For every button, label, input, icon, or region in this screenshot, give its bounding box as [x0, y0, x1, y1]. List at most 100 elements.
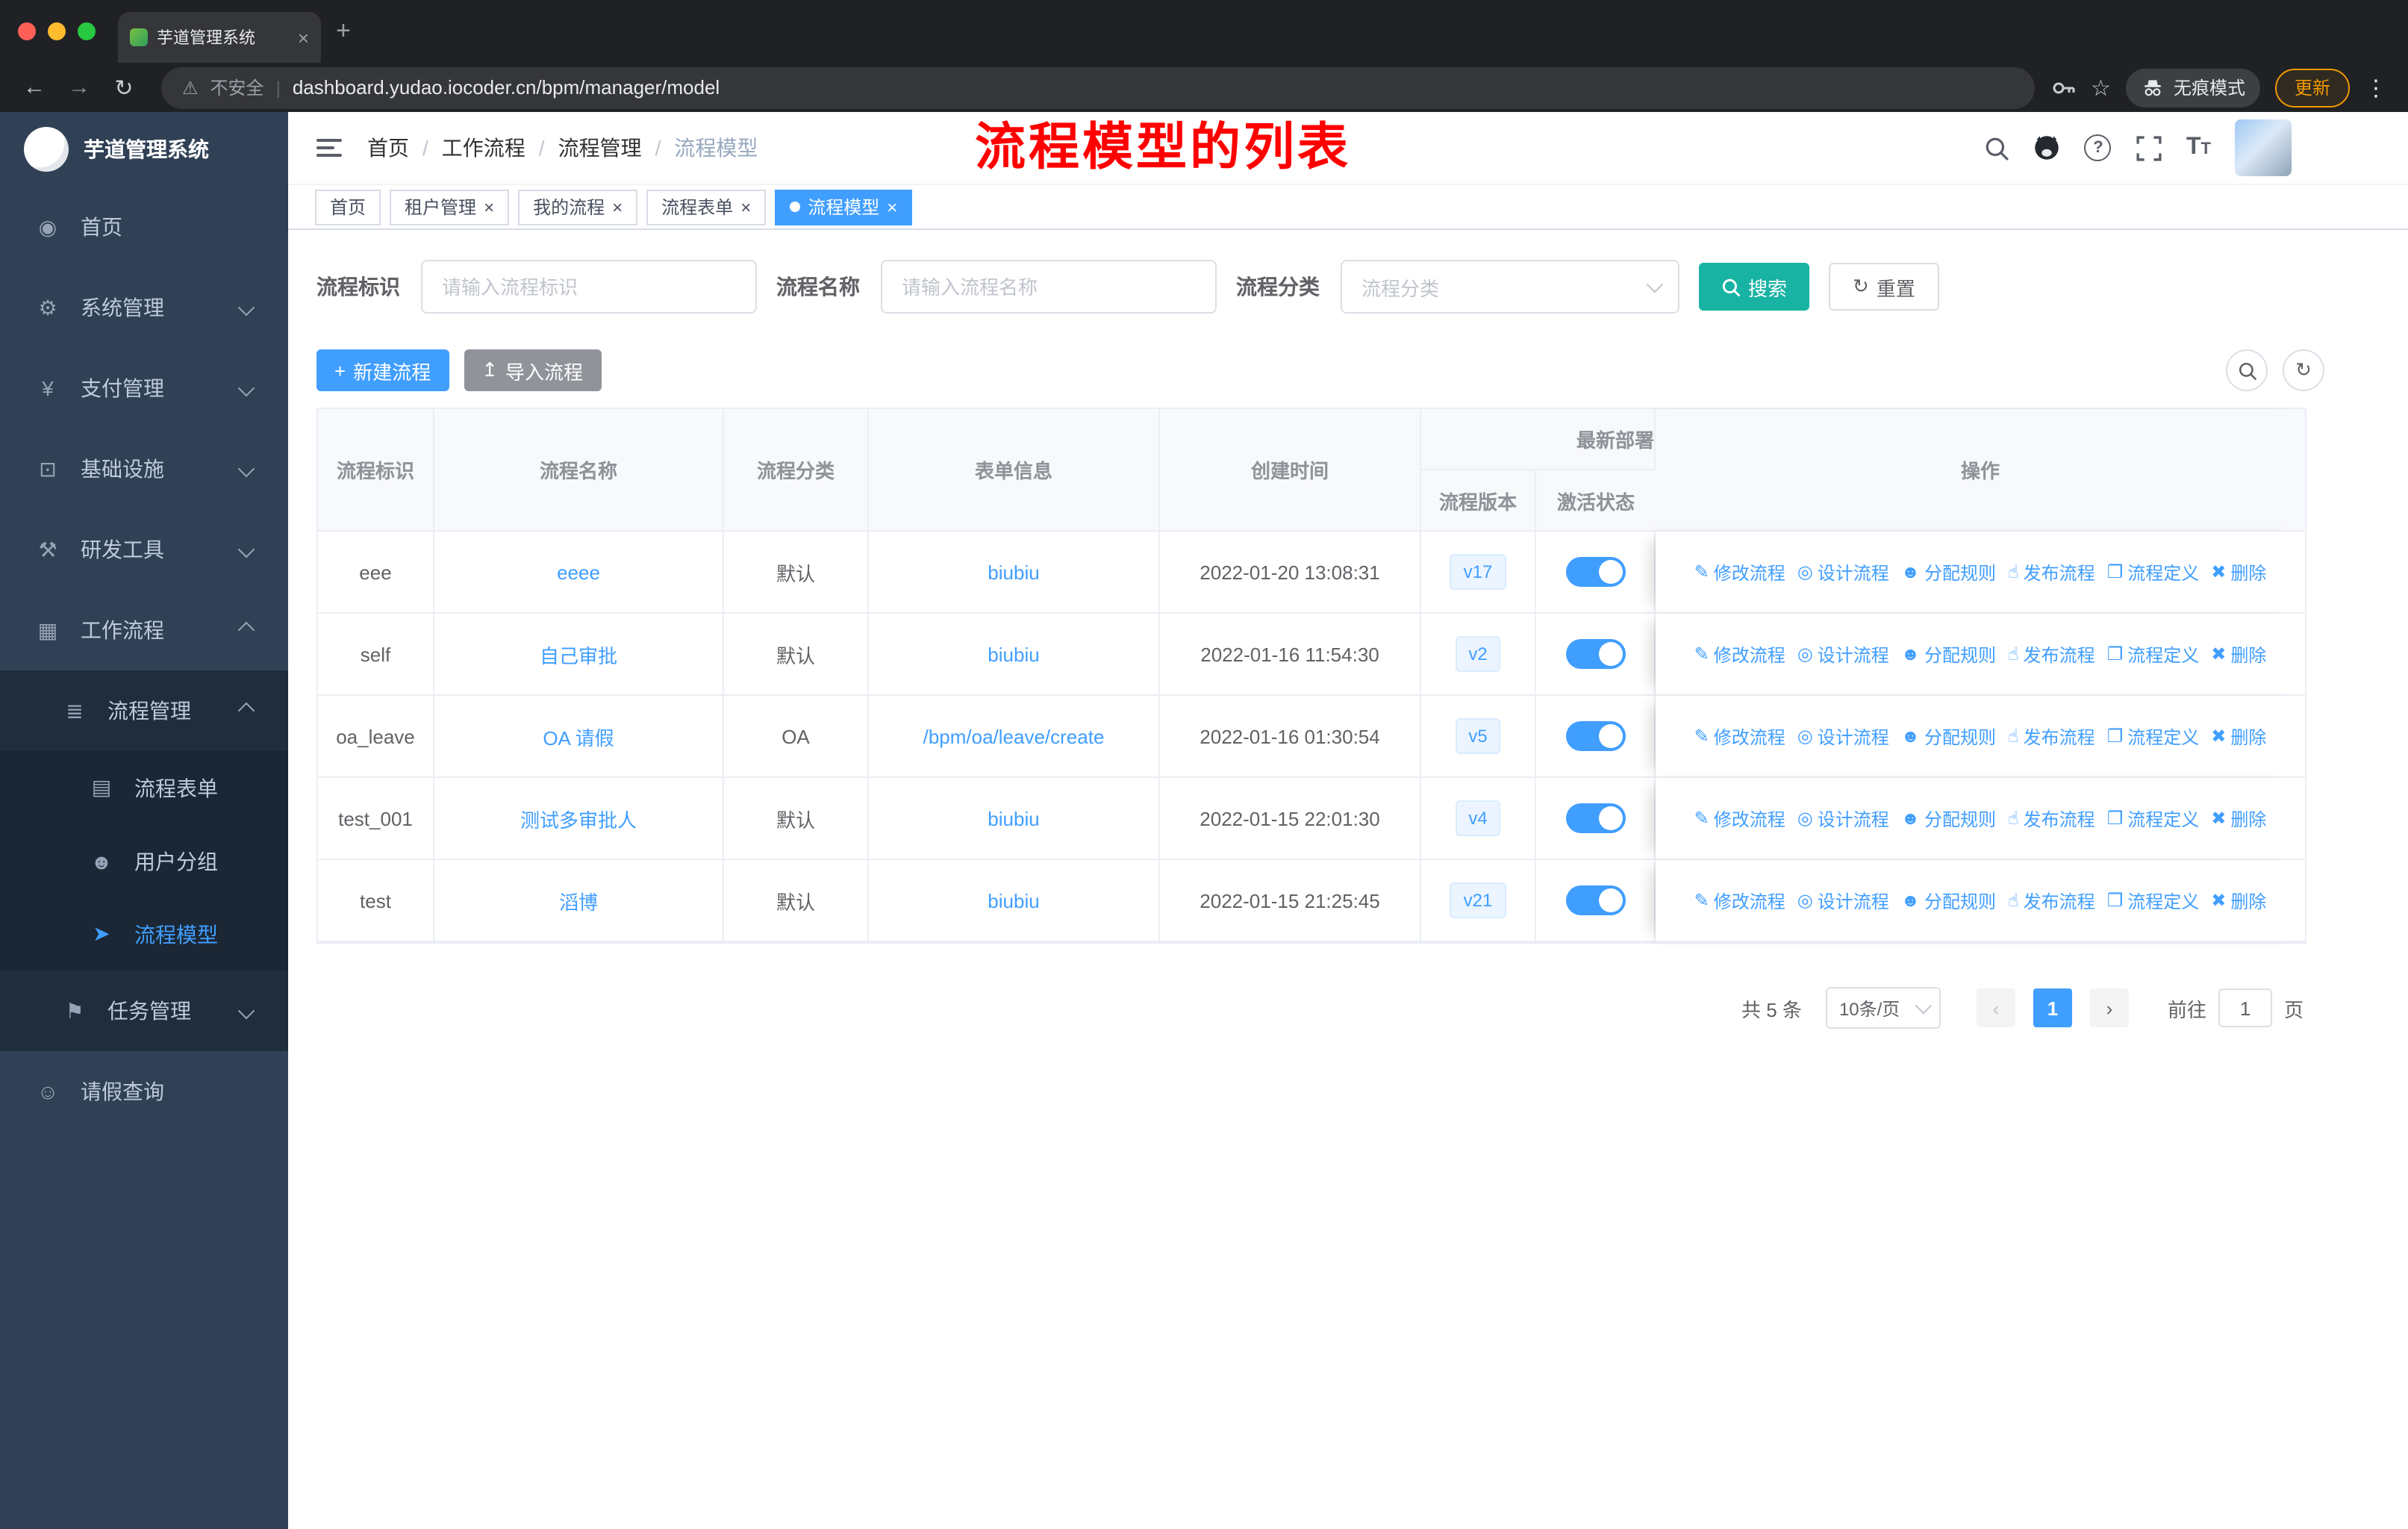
action-delete-link[interactable]: ✖ 删除: [2211, 806, 2266, 831]
action-definition-link[interactable]: ❐ 流程定义: [2107, 641, 2200, 667]
user-avatar[interactable]: [2235, 119, 2292, 176]
action-definition-link[interactable]: ❐ 流程定义: [2107, 723, 2200, 749]
action-assign-rule-link[interactable]: ☻ 分配规则: [1901, 888, 1996, 913]
action-design-link[interactable]: ◎ 设计流程: [1797, 641, 1889, 667]
close-icon[interactable]: ×: [887, 196, 897, 217]
github-icon[interactable]: [2034, 134, 2061, 161]
search-button[interactable]: 搜索: [1699, 263, 1810, 311]
model-name-link[interactable]: eeee: [557, 561, 600, 583]
action-assign-rule-link[interactable]: ☻ 分配规则: [1901, 723, 1996, 749]
action-publish-link[interactable]: ☝ 发布流程: [2008, 723, 2095, 749]
tab-close-icon[interactable]: ×: [298, 26, 309, 49]
model-name-link[interactable]: 测试多审批人: [520, 809, 637, 831]
action-assign-rule-link[interactable]: ☻ 分配规则: [1901, 806, 1996, 831]
bookmark-star-icon[interactable]: ☆: [2091, 74, 2111, 101]
update-button[interactable]: 更新: [2274, 68, 2350, 107]
action-assign-rule-link[interactable]: ☻ 分配规则: [1901, 559, 1996, 585]
action-publish-link[interactable]: ☝ 发布流程: [2008, 559, 2095, 585]
action-publish-link[interactable]: ☝ 发布流程: [2008, 806, 2095, 831]
form-info-link[interactable]: /bpm/oa/leave/create: [923, 725, 1105, 747]
model-name-link[interactable]: 自己审批: [540, 644, 617, 667]
action-delete-link[interactable]: ✖ 删除: [2211, 559, 2266, 585]
action-delete-link[interactable]: ✖ 删除: [2211, 641, 2266, 667]
password-key-icon[interactable]: [2049, 74, 2076, 101]
fullscreen-icon[interactable]: [2136, 134, 2162, 161]
action-edit-link[interactable]: ✎ 修改流程: [1694, 559, 1785, 585]
sidebar-item-home[interactable]: ◉ 首页: [0, 187, 288, 267]
sidebar-item-system[interactable]: ⚙ 系统管理: [0, 267, 288, 348]
process-category-select[interactable]: 流程分类: [1341, 260, 1679, 314]
reload-button[interactable]: ↻: [106, 74, 142, 101]
close-icon[interactable]: ×: [740, 196, 751, 217]
close-icon[interactable]: ×: [484, 196, 494, 217]
breadcrumb-item-home[interactable]: 首页: [367, 133, 409, 163]
window-minimize-button[interactable]: [48, 22, 66, 40]
action-design-link[interactable]: ◎ 设计流程: [1797, 806, 1889, 831]
action-delete-link[interactable]: ✖ 删除: [2211, 723, 2266, 749]
action-definition-link[interactable]: ❐ 流程定义: [2107, 888, 2200, 913]
goto-page-input[interactable]: [2218, 988, 2272, 1027]
view-tab-process-model[interactable]: 流程模型 ×: [775, 189, 913, 225]
sidebar-item-payment[interactable]: ¥ 支付管理: [0, 348, 288, 429]
sidebar-item-leave-query[interactable]: ☺ 请假查询: [0, 1051, 288, 1132]
action-definition-link[interactable]: ❐ 流程定义: [2107, 559, 2200, 585]
action-publish-link[interactable]: ☝ 发布流程: [2008, 888, 2095, 913]
breadcrumb-item-workflow[interactable]: 工作流程: [442, 133, 525, 163]
process-name-input[interactable]: [881, 260, 1217, 314]
action-edit-link[interactable]: ✎ 修改流程: [1694, 806, 1785, 831]
model-name-link[interactable]: OA 请假: [543, 726, 614, 749]
breadcrumb-item-process-management[interactable]: 流程管理: [558, 133, 642, 163]
app-logo[interactable]: 芋道管理系统: [0, 112, 288, 187]
browser-menu-icon[interactable]: ⋮: [2365, 74, 2387, 101]
refresh-table-button[interactable]: ↻: [2283, 349, 2324, 391]
sidebar-item-process-form[interactable]: ▤ 流程表单: [0, 751, 288, 824]
close-icon[interactable]: ×: [612, 196, 623, 217]
sidebar-item-task-management[interactable]: ⚑ 任务管理: [0, 971, 288, 1051]
hamburger-icon[interactable]: [316, 139, 342, 157]
view-tab-my-process[interactable]: 我的流程 ×: [518, 189, 638, 225]
action-design-link[interactable]: ◎ 设计流程: [1797, 888, 1889, 913]
import-process-button[interactable]: ↥ 导入流程: [464, 349, 602, 391]
view-tab-home[interactable]: 首页: [315, 189, 381, 225]
action-edit-link[interactable]: ✎ 修改流程: [1694, 641, 1785, 667]
action-delete-link[interactable]: ✖ 删除: [2211, 888, 2266, 913]
form-info-link[interactable]: biubiu: [988, 807, 1039, 829]
view-tab-tenant[interactable]: 租户管理 ×: [390, 189, 510, 225]
forward-button[interactable]: →: [61, 75, 97, 100]
prev-page-button[interactable]: ‹: [1976, 988, 2015, 1027]
form-info-link[interactable]: biubiu: [988, 561, 1039, 583]
window-close-button[interactable]: [18, 22, 36, 40]
active-toggle[interactable]: [1565, 557, 1625, 587]
sidebar-item-user-group[interactable]: ☻ 用户分组: [0, 824, 288, 897]
sidebar-item-infrastructure[interactable]: ⊡ 基础设施: [0, 429, 288, 509]
action-design-link[interactable]: ◎ 设计流程: [1797, 723, 1889, 749]
page-size-select[interactable]: 10条/页: [1825, 987, 1941, 1029]
back-button[interactable]: ←: [16, 75, 52, 100]
action-publish-link[interactable]: ☝ 发布流程: [2008, 641, 2095, 667]
form-info-link[interactable]: biubiu: [988, 889, 1039, 912]
form-info-link[interactable]: biubiu: [988, 643, 1039, 665]
sidebar-item-process-management[interactable]: ≣ 流程管理: [0, 670, 288, 751]
window-zoom-button[interactable]: [78, 22, 96, 40]
action-edit-link[interactable]: ✎ 修改流程: [1694, 888, 1785, 913]
action-assign-rule-link[interactable]: ☻ 分配规则: [1901, 641, 1996, 667]
view-tab-process-form[interactable]: 流程表单 ×: [646, 189, 767, 225]
help-icon[interactable]: ?: [2084, 134, 2112, 161]
active-toggle[interactable]: [1565, 721, 1625, 751]
active-toggle[interactable]: [1565, 803, 1625, 833]
action-design-link[interactable]: ◎ 设计流程: [1797, 559, 1889, 585]
model-name-link[interactable]: 滔博: [559, 891, 598, 913]
sidebar-item-devtools[interactable]: ⚒ 研发工具: [0, 509, 288, 590]
process-key-input[interactable]: [421, 260, 757, 314]
active-toggle[interactable]: [1565, 639, 1625, 669]
active-toggle[interactable]: [1565, 885, 1625, 915]
font-size-icon[interactable]: TT: [2186, 134, 2211, 161]
page-number-button[interactable]: 1: [2033, 988, 2072, 1027]
action-definition-link[interactable]: ❐ 流程定义: [2107, 806, 2200, 831]
sidebar-item-workflow[interactable]: ▦ 工作流程: [0, 590, 288, 670]
sidebar-item-process-model[interactable]: ➤ 流程模型: [0, 897, 288, 971]
search-icon[interactable]: [1983, 134, 2010, 161]
create-process-button[interactable]: + 新建流程: [316, 349, 449, 391]
toggle-search-button[interactable]: [2226, 349, 2268, 391]
browser-tab[interactable]: 芋道管理系统 ×: [118, 12, 321, 63]
